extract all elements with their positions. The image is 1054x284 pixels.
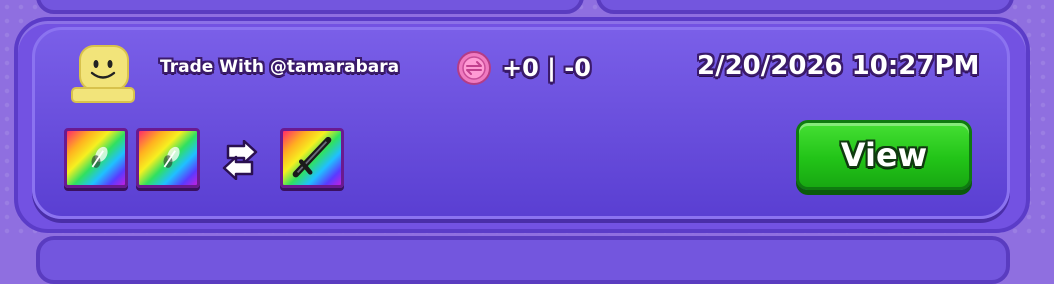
- next-trade-card: [36, 236, 1010, 284]
- previous-trade-card-right: [596, 0, 1014, 14]
- trade-value-diff: +0 | -0: [502, 54, 591, 82]
- rainbow-pet-item-icon: [91, 146, 108, 168]
- trade-timestamp: 2/20/2026 10:27PM: [697, 51, 980, 81]
- offered-item-1[interactable]: [64, 128, 128, 188]
- rainbow-pet-item-icon: [163, 146, 180, 168]
- gem-coin-icon: [456, 50, 492, 86]
- trade-partner-label: Trade With @tamarabara: [160, 57, 400, 77]
- offered-item-2[interactable]: [136, 128, 200, 188]
- rainbow-sword-item-icon: [292, 136, 332, 178]
- swap-arrows-icon: [214, 139, 266, 181]
- view-button-label: View: [840, 136, 928, 174]
- requested-item-1[interactable]: [280, 128, 344, 188]
- avatar: [70, 44, 136, 104]
- previous-trade-card: [36, 0, 584, 14]
- view-button[interactable]: View: [796, 120, 972, 190]
